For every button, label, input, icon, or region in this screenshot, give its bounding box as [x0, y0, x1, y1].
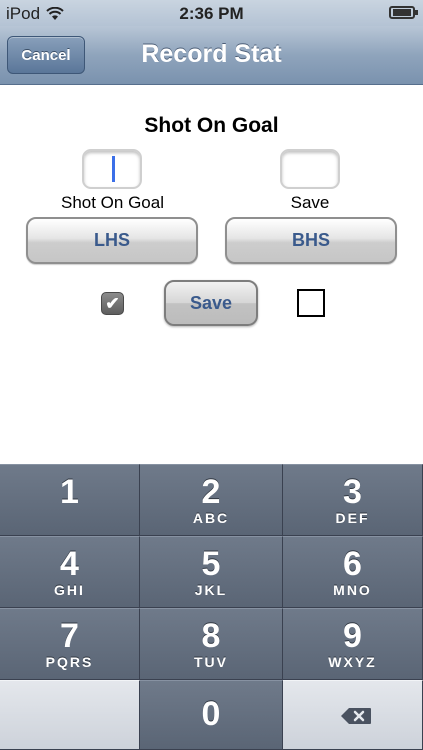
- shot-on-goal-input[interactable]: [82, 149, 142, 189]
- key-letters: MNO: [333, 582, 372, 598]
- backspace-icon: [341, 708, 371, 724]
- team-button-bhs[interactable]: BHS: [225, 217, 397, 264]
- right-checkbox-unchecked[interactable]: [297, 289, 325, 317]
- key-digit: 0: [201, 695, 221, 733]
- numeric-keypad: 1 2 ABC 3 DEF 4 GHI 5 JKL 6 MNO 7 PQRS 8…: [0, 464, 423, 750]
- key-0[interactable]: 0: [140, 680, 283, 750]
- key-letters: PQRS: [45, 654, 94, 670]
- save-button[interactable]: Save: [164, 280, 258, 326]
- key-8[interactable]: 8 TUV: [140, 608, 283, 680]
- key-3[interactable]: 3 DEF: [283, 464, 423, 536]
- checkmark-icon: ✔: [105, 294, 120, 313]
- save-label: Save: [290, 193, 330, 212]
- key-6[interactable]: 6 MNO: [283, 536, 423, 608]
- key-backspace[interactable]: [283, 680, 423, 750]
- key-digit: 5: [201, 545, 221, 583]
- key-letters: WXYZ: [328, 654, 377, 670]
- key-digit: 8: [201, 617, 221, 655]
- key-letters: GHI: [54, 582, 85, 598]
- page-title: Record Stat: [141, 40, 282, 68]
- shot-on-goal-label: Shot On Goal: [60, 193, 164, 212]
- status-bar: iPod 2:36 PM: [0, 0, 423, 26]
- key-digit: 1: [60, 473, 79, 511]
- navigation-bar: Cancel Record Stat: [0, 26, 423, 85]
- key-7[interactable]: 7 PQRS: [0, 608, 140, 680]
- key-digit: 9: [343, 617, 362, 655]
- key-5[interactable]: 5 JKL: [140, 536, 283, 608]
- battery-charging-icon: [389, 6, 418, 19]
- save-count-input[interactable]: [280, 149, 340, 189]
- key-4[interactable]: 4 GHI: [0, 536, 140, 608]
- clock: 2:36 PM: [179, 4, 244, 23]
- key-letters: ABC: [192, 510, 230, 526]
- key-digit: 7: [60, 617, 79, 655]
- team-button-lhs[interactable]: LHS: [26, 217, 198, 264]
- text-cursor: [112, 156, 115, 182]
- key-digit: 4: [60, 545, 79, 583]
- key-letters: JKL: [194, 582, 228, 598]
- key-digit: 6: [343, 545, 362, 583]
- key-letters: TUV: [194, 654, 228, 670]
- key-1[interactable]: 1: [0, 464, 140, 536]
- key-blank: [0, 680, 140, 750]
- key-9[interactable]: 9 WXYZ: [283, 608, 423, 680]
- left-checkbox-checked[interactable]: ✔: [101, 292, 124, 315]
- key-digit: 2: [201, 473, 221, 511]
- stat-heading: Shot On Goal: [144, 114, 279, 137]
- key-2[interactable]: 2 ABC: [140, 464, 283, 536]
- key-digit: 3: [343, 473, 362, 511]
- key-letters: DEF: [335, 510, 370, 526]
